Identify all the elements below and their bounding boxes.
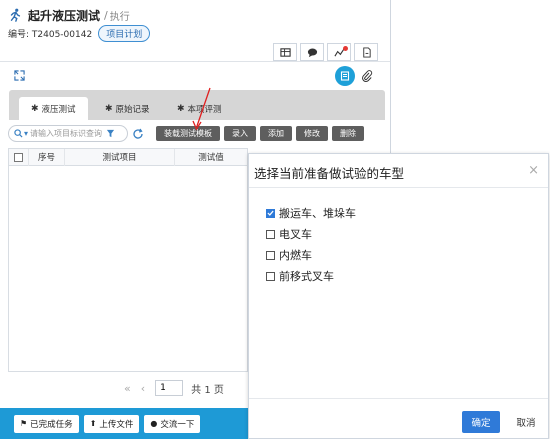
- discuss-button[interactable]: ● 交流一下: [144, 414, 201, 433]
- search-input[interactable]: [30, 129, 107, 138]
- total-pages: 共 1 页: [191, 384, 224, 396]
- option-electric-forklift[interactable]: 电叉车: [266, 226, 312, 242]
- refresh-icon[interactable]: [132, 128, 144, 140]
- project-plan-tag[interactable]: 项目计划: [98, 25, 151, 42]
- vehicle-type-dialog: 选择当前准备做试验的车型 × 搬运车、堆垛车 电叉车 内燃车 前移式叉车 确定 …: [248, 153, 549, 439]
- table-view-tab[interactable]: [273, 43, 297, 61]
- divider: [0, 61, 390, 62]
- select-all-cell: [9, 148, 29, 166]
- column-header[interactable]: 测试值: [175, 149, 247, 166]
- page-title: 起升液压测试: [28, 8, 101, 23]
- checkbox[interactable]: [266, 250, 275, 260]
- tab-label: 原始记录: [115, 104, 150, 115]
- delete-button[interactable]: 删除: [332, 126, 364, 141]
- expand-icon[interactable]: [14, 70, 25, 81]
- attachment-toggle: [335, 66, 373, 86]
- dialog-footer-divider: [249, 398, 548, 399]
- edit-button[interactable]: 修改: [296, 126, 328, 141]
- footer-bar: ⚑ 已完成任务 ⬆ 上传文件 ● 交流一下: [0, 408, 248, 439]
- checkbox-checked[interactable]: [266, 208, 275, 218]
- option-label: 电叉车: [279, 228, 312, 241]
- table-header: 序号 测试项目 测试值: [9, 148, 247, 166]
- upload-file-button[interactable]: ⬆ 上传文件: [83, 414, 140, 433]
- document-icon: [362, 46, 371, 58]
- option-pallet-stacker[interactable]: 搬运车、堆垛车: [266, 205, 356, 221]
- page-input[interactable]: [155, 380, 184, 396]
- confirm-button[interactable]: 确定: [462, 411, 500, 433]
- view-icon-tabs: [273, 43, 381, 61]
- test-table: 序号 测试项目 测试值: [8, 148, 248, 372]
- gear-icon: ✱: [105, 103, 113, 114]
- flag-icon: ⚑: [20, 419, 28, 428]
- option-label: 前移式叉车: [279, 270, 334, 283]
- tab-label: 液压测试: [41, 104, 76, 115]
- option-reach-truck[interactable]: 前移式叉车: [266, 268, 334, 284]
- form-toggle-button[interactable]: [335, 66, 355, 86]
- status-text: 执行: [109, 11, 130, 23]
- dialog-divider: [249, 187, 548, 188]
- check-icon: [267, 210, 274, 216]
- prev-page-icon[interactable]: ‹: [141, 382, 145, 395]
- running-person-icon: [10, 8, 21, 22]
- cancel-button[interactable]: 取消: [507, 411, 545, 433]
- checkbox[interactable]: [266, 229, 275, 239]
- add-button[interactable]: 添加: [260, 126, 292, 141]
- button-label: 已完成任务: [30, 419, 73, 430]
- entry-button[interactable]: 录入: [224, 126, 256, 141]
- option-label: 内燃车: [279, 249, 312, 262]
- pagination: « ‹ 共 1 页: [124, 380, 224, 396]
- annotation-arrow: [192, 87, 211, 131]
- checkbox[interactable]: [266, 271, 275, 281]
- button-label: 交流一下: [160, 419, 195, 430]
- trend-tab[interactable]: [327, 43, 351, 61]
- header: 起升液压测试 / 执行: [8, 6, 130, 24]
- select-all-checkbox[interactable]: [14, 152, 23, 162]
- table-icon: [279, 47, 291, 57]
- document-tab[interactable]: [354, 43, 378, 61]
- first-page-icon[interactable]: «: [124, 382, 131, 395]
- code-row: 编号: T2405-00142 项目计划: [8, 25, 151, 42]
- gear-icon: ✱: [31, 103, 39, 114]
- tab-raw-records[interactable]: ✱ 原始记录: [105, 97, 150, 120]
- search-icon: [14, 129, 23, 138]
- button-label: 上传文件: [99, 419, 134, 430]
- form-icon: [340, 71, 350, 81]
- close-icon[interactable]: ×: [528, 163, 539, 178]
- chat-tab[interactable]: [300, 43, 324, 61]
- tab-hydraulic-test[interactable]: ✱ 液压测试: [19, 97, 88, 120]
- notification-dot: [343, 46, 348, 51]
- chevron-down-icon[interactable]: ▾: [24, 129, 28, 138]
- option-label: 搬运车、堆垛车: [279, 207, 356, 220]
- task-code: 编号: T2405-00142: [8, 30, 93, 40]
- column-header[interactable]: 测试项目: [65, 148, 175, 166]
- option-ic-forklift[interactable]: 内燃车: [266, 247, 312, 263]
- search-box: ▾: [8, 125, 128, 142]
- column-header[interactable]: 序号: [29, 148, 65, 166]
- comment-icon: ●: [150, 419, 158, 428]
- completed-task-button[interactable]: ⚑ 已完成任务: [14, 414, 79, 433]
- title-separator: /: [104, 8, 108, 22]
- arrow-up-icon: ⬆: [89, 419, 97, 428]
- filter-icon[interactable]: [106, 129, 115, 138]
- paperclip-icon[interactable]: [361, 70, 373, 82]
- dialog-title: 选择当前准备做试验的车型: [254, 166, 405, 181]
- chat-icon: [307, 48, 317, 57]
